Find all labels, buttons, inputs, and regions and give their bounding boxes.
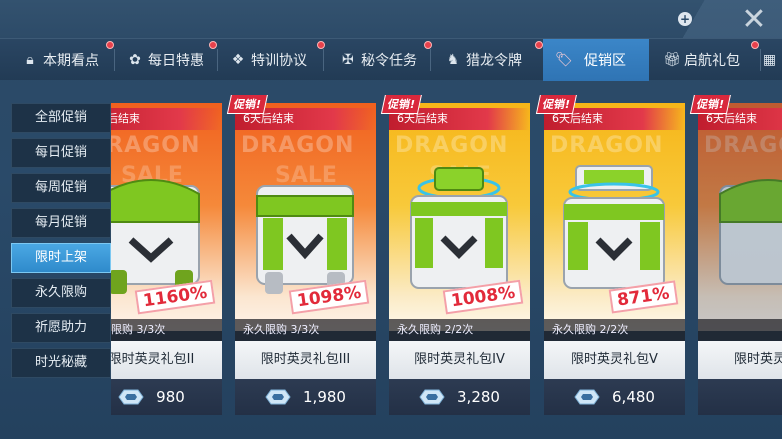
grid-icon: ▦ — [762, 52, 777, 68]
purchase-limit — [698, 319, 782, 341]
tab-label: 特训协议 — [251, 53, 307, 69]
gem-icon — [419, 389, 445, 405]
sidebar-item-weekly[interactable]: 每周促销 — [11, 173, 111, 203]
mech-box-icon — [410, 167, 508, 289]
mech-box-icon — [256, 185, 354, 294]
pack-name: 限时英灵礼包V — [544, 341, 685, 379]
mech-box-icon — [719, 179, 782, 285]
pack-card[interactable]: DRAGON 6天后结束 促销! 限时英灵 — [689, 95, 782, 439]
price-value: 3,280 — [457, 388, 500, 406]
price-value: 1,980 — [303, 388, 346, 406]
timer-ribbon: 6天后结束 — [111, 108, 222, 130]
purchase-limit: 永久限购 2/2次 — [389, 319, 530, 341]
sidebar-item-permanent[interactable]: 永久限购 — [11, 278, 111, 308]
purchase-limit: 永久限购 2/2次 — [544, 319, 685, 341]
sidebar-item-all[interactable]: 全部促销 — [11, 103, 111, 133]
wings-icon: ❖ — [231, 52, 245, 68]
watermark: DRAGON — [241, 133, 355, 158]
notification-dot — [209, 41, 217, 49]
sidebar: 全部促销 每日促销 每周促销 每月促销 限时上架 永久限购 祈愿助力 时光秘藏 — [11, 103, 111, 383]
tab-dragon-pass[interactable]: ♞ 猎龙令牌 — [431, 39, 543, 81]
promo-tag: 促销! — [226, 95, 269, 114]
tab-daily-deals[interactable]: ✿ 每日特惠 — [115, 39, 218, 81]
tab-highlights[interactable]: 🔒︎ 本期看点 — [0, 39, 115, 81]
gift-icon: ✿ — [129, 52, 141, 68]
mech-box-icon — [111, 179, 200, 294]
card-art: DRAGON — [698, 103, 782, 331]
price-value: 6,480 — [612, 388, 655, 406]
tab-label: 本期看点 — [43, 53, 99, 69]
sale-tag-icon: 🏷︎ — [555, 52, 573, 68]
price-value: 980 — [156, 388, 185, 406]
tab-label: 促销区 — [584, 53, 626, 69]
promo-tag: 促销! — [380, 95, 423, 114]
add-icon[interactable]: + — [678, 12, 692, 26]
notification-dot — [535, 41, 543, 49]
gem-icon — [574, 389, 600, 405]
lock-icon: 🔒︎ — [26, 52, 34, 68]
gem-icon — [118, 389, 144, 405]
dragon-icon: ♞ — [446, 52, 460, 68]
tab-label: 启航礼包 — [684, 53, 740, 69]
tab-sales[interactable]: 🏷︎ 促销区 — [543, 39, 649, 81]
watermark: DRAGON — [704, 133, 782, 158]
buy-button[interactable]: 980 — [111, 379, 222, 415]
tab-label: 秘令任务 — [361, 53, 417, 69]
tab-secret-missions[interactable]: ✠ 秘令任务 — [324, 39, 432, 81]
tab-voyage-pack[interactable]: 🎁︎ 启航礼包 — [649, 39, 761, 81]
tab-training[interactable]: ❖ 特训协议 — [218, 39, 325, 81]
giftbox-icon: 🎁︎ — [663, 52, 681, 68]
tab-label: 每日特惠 — [148, 53, 204, 69]
card-carousel: DRAGON SALE 6天后结束 1160% 永久限购 3/3次 限时英灵礼包… — [111, 95, 782, 439]
watermark: DRAGON — [550, 133, 664, 158]
pack-card[interactable]: DRAGON SALE 6天后结束 1160% 永久限购 3/3次 限时英灵礼包… — [111, 103, 222, 439]
pack-card[interactable]: DRAGON SALE 6天后结束 促销! 1008% 永久限购 2/2次 限时… — [380, 95, 530, 439]
purchase-limit: 永久限购 3/3次 — [235, 319, 376, 341]
tab-label: 猎龙令牌 — [466, 53, 522, 69]
tab-overflow[interactable]: ▦ — [762, 39, 782, 81]
notification-dot — [106, 41, 114, 49]
promo-tag: 促销! — [535, 95, 578, 114]
buy-button[interactable]: 6,480 — [544, 379, 685, 415]
watermark: DRAGON — [395, 133, 509, 158]
sidebar-item-wish[interactable]: 祈愿助力 — [11, 313, 111, 343]
pack-card[interactable]: DRAGON SALE 6天后结束 促销! 1098% 永久限购 3/3次 限时… — [226, 95, 376, 439]
tab-bar: 🔒︎ 本期看点 ✿ 每日特惠 ❖ 特训协议 ✠ 秘令任务 ♞ 猎龙令牌 🏷︎ 促… — [0, 38, 782, 81]
promo-tag: 促销! — [689, 95, 732, 114]
pack-card[interactable]: DRAGON SALE 6天后结束 促销! 871% 永久限购 2/2次 限时英… — [535, 95, 685, 439]
sidebar-item-daily[interactable]: 每日促销 — [11, 138, 111, 168]
pack-name: 限时英灵礼包II — [111, 341, 222, 379]
buy-button[interactable]: 3,280 — [389, 379, 530, 415]
buy-button[interactable] — [698, 379, 782, 415]
pack-name: 限时英灵礼包IV — [389, 341, 530, 379]
pack-name: 限时英灵 — [698, 341, 782, 379]
pack-name: 限时英灵礼包III — [235, 341, 376, 379]
notification-dot — [751, 41, 759, 49]
sidebar-item-limited[interactable]: 限时上架 — [11, 243, 111, 273]
gem-icon — [265, 389, 291, 405]
purchase-limit: 永久限购 3/3次 — [111, 319, 222, 341]
badge-icon: ✠ — [342, 52, 354, 68]
close-icon[interactable]: ✕ — [737, 3, 771, 37]
sidebar-item-monthly[interactable]: 每月促销 — [11, 208, 111, 238]
sidebar-item-time-vault[interactable]: 时光秘藏 — [11, 348, 111, 378]
watermark: DRAGON — [111, 133, 201, 158]
top-bar: + ✕ — [0, 0, 782, 38]
buy-button[interactable]: 1,980 — [235, 379, 376, 415]
mech-box-icon — [563, 165, 665, 289]
